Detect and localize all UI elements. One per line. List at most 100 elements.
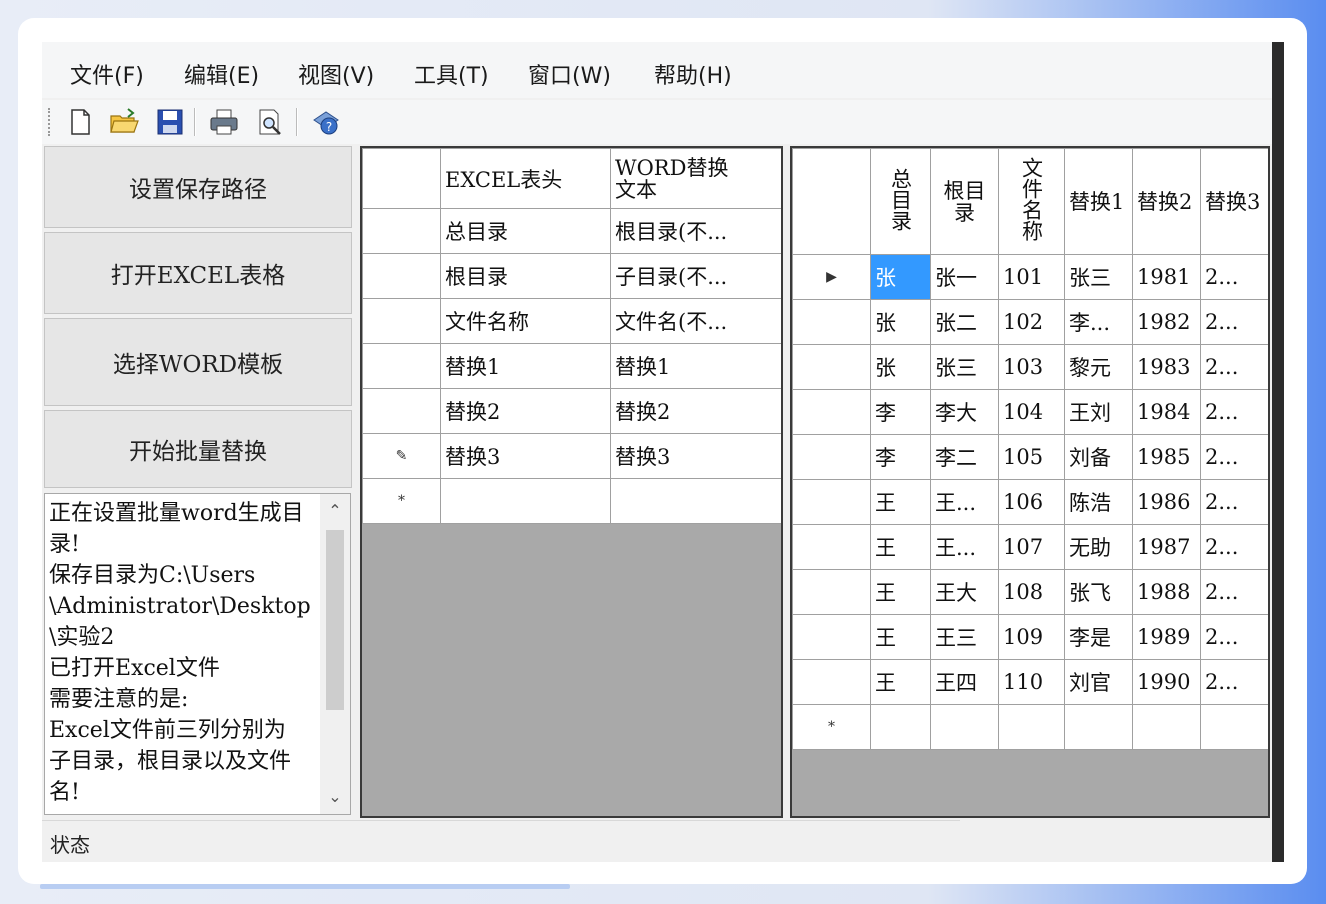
table-cell[interactable]: 李... xyxy=(1064,299,1133,345)
print-preview-icon[interactable] xyxy=(254,106,286,138)
select-word-template-button[interactable]: 选择WORD模板 xyxy=(44,318,352,406)
column-header[interactable]: 总目录 xyxy=(889,168,913,231)
table-cell[interactable]: 1987 xyxy=(1132,524,1201,570)
table-cell[interactable]: 王... xyxy=(930,479,999,525)
row-header[interactable] xyxy=(362,343,441,389)
row-header[interactable] xyxy=(362,208,441,254)
log-textbox[interactable]: 正在设置批量word生成目 录! 保存目录为C:\Users \Administ… xyxy=(44,493,351,815)
table-cell[interactable]: 1983 xyxy=(1132,344,1201,390)
open-excel-button[interactable]: 打开EXCEL表格 xyxy=(44,232,352,314)
table-cell[interactable]: 陈浩 xyxy=(1064,479,1133,525)
table-cell[interactable] xyxy=(610,478,781,524)
column-header[interactable]: 文件名称 xyxy=(1020,157,1044,241)
table-cell[interactable]: 李 xyxy=(870,434,931,480)
row-header[interactable] xyxy=(792,659,871,705)
scroll-thumb[interactable] xyxy=(326,530,344,710)
table-cell[interactable]: 张三 xyxy=(930,344,999,390)
table-row[interactable]: 替换2 替换2 xyxy=(362,388,781,434)
table-cell[interactable]: 刘备 xyxy=(1064,434,1133,480)
table-cell[interactable]: 王 xyxy=(870,569,931,615)
table-cell[interactable]: 张 xyxy=(870,344,931,390)
row-header[interactable] xyxy=(362,388,441,434)
table-cell[interactable]: 1982 xyxy=(1132,299,1201,345)
mapping-grid[interactable]: EXCEL表头 WORD替换 文本 总目录 根目录(不... 根目录 子目录(不… xyxy=(360,146,783,818)
menu-help[interactable]: 帮助(H) xyxy=(654,58,732,90)
help-icon[interactable]: ? xyxy=(310,106,342,138)
excel-data-grid[interactable]: 总目录 根目录 文件名称 替换1 替换2 替换3 ▶ 张张一 101 张三 1981 2.… xyxy=(790,146,1270,818)
table-row[interactable]: 根目录 子目录(不... xyxy=(362,253,781,299)
table-cell[interactable]: 2... xyxy=(1200,434,1268,480)
table-cell[interactable]: 109 xyxy=(998,614,1065,660)
table-cell[interactable]: 2... xyxy=(1200,254,1268,300)
table-cell[interactable]: 替换3 xyxy=(440,433,611,479)
table-row[interactable]: 王王三 109 李是 1989 2... xyxy=(792,614,1268,660)
row-header[interactable] xyxy=(362,253,441,299)
menu-tools[interactable]: 工具(T) xyxy=(414,58,489,90)
table-cell[interactable]: 1981 xyxy=(1132,254,1201,300)
table-cell[interactable] xyxy=(440,478,611,524)
row-header[interactable] xyxy=(792,479,871,525)
row-header[interactable] xyxy=(792,524,871,570)
table-row[interactable]: 替换1 替换1 xyxy=(362,343,781,389)
table-cell[interactable]: 替换2 xyxy=(440,388,611,434)
table-cell[interactable]: 张二 xyxy=(930,299,999,345)
scroll-down-icon[interactable]: ⌄ xyxy=(320,782,350,812)
table-cell[interactable]: 李是 xyxy=(1064,614,1133,660)
table-row[interactable]: 王王四 110 刘官 1990 2... xyxy=(792,659,1268,705)
table-cell[interactable]: 根目录(不... xyxy=(610,208,781,254)
table-cell[interactable] xyxy=(870,704,931,750)
row-header[interactable] xyxy=(792,344,871,390)
table-cell[interactable]: 2... xyxy=(1200,479,1268,525)
row-header[interactable] xyxy=(792,299,871,345)
table-cell[interactable]: 替换1 xyxy=(440,343,611,389)
table-cell[interactable]: 王 xyxy=(870,659,931,705)
table-row[interactable]: 王王... 106 陈浩 1986 2... xyxy=(792,479,1268,525)
table-cell[interactable]: 张 xyxy=(870,299,931,345)
table-cell[interactable]: 1988 xyxy=(1132,569,1201,615)
table-cell[interactable]: 根目录 xyxy=(440,253,611,299)
table-cell[interactable]: 1986 xyxy=(1132,479,1201,525)
table-cell[interactable] xyxy=(1200,704,1268,750)
log-scrollbar[interactable]: ⌃ ⌄ xyxy=(320,494,350,814)
table-cell[interactable] xyxy=(998,704,1065,750)
table-cell[interactable]: 2... xyxy=(1200,524,1268,570)
table-cell[interactable]: 103 xyxy=(998,344,1065,390)
menu-edit[interactable]: 编辑(E) xyxy=(184,58,259,90)
table-cell[interactable]: 王四 xyxy=(930,659,999,705)
table-cell[interactable]: 2... xyxy=(1200,344,1268,390)
new-row-icon[interactable]: * xyxy=(792,704,871,750)
table-cell[interactable]: 102 xyxy=(998,299,1065,345)
table-row[interactable]: 王王大 108 张飞 1988 2... xyxy=(792,569,1268,615)
table-cell[interactable]: 王大 xyxy=(930,569,999,615)
table-cell[interactable]: 106 xyxy=(998,479,1065,525)
table-cell[interactable]: 王刘 xyxy=(1064,389,1133,435)
table-cell[interactable]: 108 xyxy=(998,569,1065,615)
column-header[interactable]: 替换2 xyxy=(1132,148,1201,255)
table-cell[interactable]: 替换3 xyxy=(610,433,781,479)
table-cell[interactable]: 总目录 xyxy=(440,208,611,254)
editing-row-icon[interactable]: ✎ xyxy=(362,433,441,479)
menu-file[interactable]: 文件(F) xyxy=(70,58,144,90)
table-cell[interactable]: 李大 xyxy=(930,389,999,435)
table-cell[interactable]: 张三 xyxy=(1064,254,1133,300)
new-row[interactable]: * xyxy=(362,478,781,524)
row-header[interactable] xyxy=(792,389,871,435)
table-row[interactable]: 张张二 102 李... 1982 2... xyxy=(792,299,1268,345)
row-header[interactable] xyxy=(362,298,441,344)
column-header[interactable]: 替换3 xyxy=(1200,148,1268,255)
new-icon[interactable] xyxy=(64,106,96,138)
row-header[interactable] xyxy=(792,614,871,660)
table-cell[interactable]: 105 xyxy=(998,434,1065,480)
table-cell[interactable]: 王 xyxy=(870,614,931,660)
table-cell[interactable]: 文件名(不... xyxy=(610,298,781,344)
column-header[interactable]: 根目录 xyxy=(930,148,999,255)
table-row[interactable]: 李李二 105 刘备 1985 2... xyxy=(792,434,1268,480)
table-cell[interactable] xyxy=(1132,704,1201,750)
table-cell[interactable]: 文件名称 xyxy=(440,298,611,344)
table-cell[interactable]: 1985 xyxy=(1132,434,1201,480)
set-save-path-button[interactable]: 设置保存路径 xyxy=(44,146,352,228)
start-batch-replace-button[interactable]: 开始批量替换 xyxy=(44,410,352,488)
table-cell[interactable]: 张 xyxy=(870,254,931,300)
table-row[interactable]: 文件名称 文件名(不... xyxy=(362,298,781,344)
table-cell[interactable]: 2... xyxy=(1200,614,1268,660)
